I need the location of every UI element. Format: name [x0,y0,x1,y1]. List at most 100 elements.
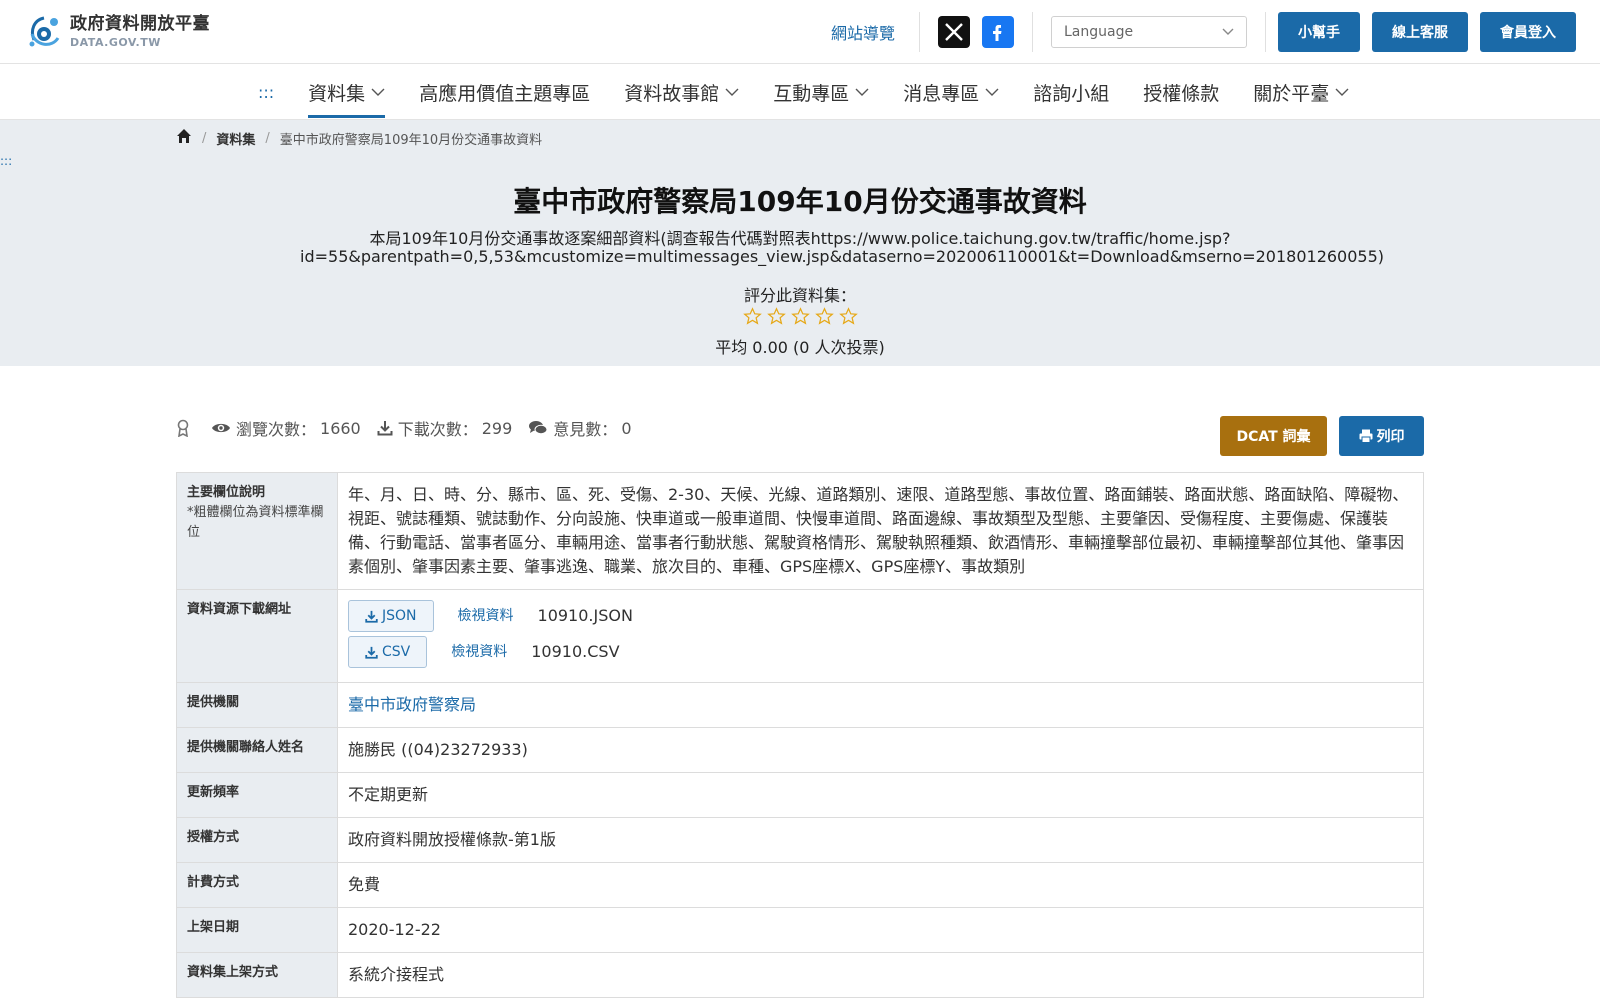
downloads-label: 下載次數： [397,420,478,439]
nav-item-advisory[interactable]: 諮詢小組 [1033,64,1109,120]
views-label: 瀏覽次數： [236,420,317,439]
resource-item: JSON 檢視資料 10910.JSON [348,600,1413,632]
nav-item-data-stories[interactable]: 資料故事館 [624,64,739,120]
divider [1265,12,1266,52]
logo-subtitle: DATA.GOV.TW [70,36,161,49]
download-icon [365,610,378,623]
nav-item-news[interactable]: 消息專區 [903,64,999,120]
fields-note: *粗體欄位為資料標準欄位 [187,505,324,540]
star-icon[interactable] [742,307,762,326]
nav-item-label: 高應用價值主題專區 [419,82,591,105]
top-header: 政府資料開放平臺 DATA.GOV.TW 網站導覽 Language 小幫手 線… [0,0,1600,64]
main-nav: ::: 資料集 高應用價值主題專區 資料故事館 互動專區 消息專區 諮詢小組 授… [0,64,1600,120]
row-header: 上架日期 [176,907,338,953]
nav-item-label: 關於平臺 [1253,82,1330,105]
chevron-down-icon [1335,88,1349,96]
print-button[interactable]: 列印 [1339,416,1424,456]
format-label: JSON [382,608,417,624]
row-header: 提供機關聯絡人姓名 [176,727,338,773]
row-value: 2020-12-22 [337,907,1424,953]
resource-name: 10910.JSON [537,606,633,625]
comments-icon [529,421,548,435]
chevron-down-icon [985,88,999,96]
chevron-down-icon [1222,28,1234,35]
breadcrumb: / 資料集 / 臺中市政府警察局109年10月份交通事故資料 [176,128,542,148]
comments-label: 意見數： [553,420,618,439]
sitemap-link[interactable]: 網站導覽 [831,20,895,44]
facebook-icon[interactable] [982,16,1014,48]
helper-button[interactable]: 小幫手 [1278,12,1360,52]
download-icon [377,421,393,436]
nav-item-about[interactable]: 關於平臺 [1253,64,1349,120]
nav-item-label: 資料故事館 [624,82,720,105]
row-header: 提供機關 [176,682,338,728]
row-header: 計費方式 [176,862,338,908]
comments-count: 0 [621,418,632,438]
member-login-button[interactable]: 會員登入 [1480,12,1576,52]
site-logo[interactable]: 政府資料開放平臺 DATA.GOV.TW [24,12,210,52]
fields-label: 主要欄位說明 [187,485,266,500]
nav-item-datasets[interactable]: 資料集 [308,64,386,120]
divider [1032,12,1033,52]
nav-item-license[interactable]: 授權條款 [1143,64,1219,120]
chevron-down-icon [371,88,385,96]
nav-item-label: 消息專區 [903,82,980,105]
page-title: 臺中市政府警察局109年10月份交通事故資料 [513,185,1087,218]
nav-item-high-value[interactable]: 高應用價值主題專區 [419,64,590,120]
table-row: 提供機關聯絡人姓名 施勝民 ((04)23272933) [176,727,1424,773]
x-social-icon[interactable] [938,16,970,48]
table-row: 上架日期 2020-12-22 [176,907,1424,953]
rating-label: 評分此資料集： [743,286,856,305]
breadcrumb-current: 臺中市政府警察局109年10月份交通事故資料 [279,132,543,148]
dcat-button[interactable]: DCAT 詞彙 [1220,416,1327,456]
row-value: 不定期更新 [337,772,1424,818]
table-row: 授權方式 政府資料開放授權條款-第1版 [176,817,1424,863]
nav-item-interaction[interactable]: 互動專區 [773,64,869,120]
resources-cell: JSON 檢視資料 10910.JSON CSV 檢視資料 10910.CSV [337,589,1424,683]
logo-icon [24,12,64,52]
home-icon[interactable] [176,128,192,148]
table-row: 資料集上架方式 系統介接程式 [176,952,1424,998]
dataset-hero: / 資料集 / 臺中市政府警察局109年10月份交通事故資料 ::: 臺中市政府… [0,120,1600,366]
resource-item: CSV 檢視資料 10910.CSV [348,636,1413,668]
views-stat: 瀏覽次數： 1660 [211,416,361,440]
resources-label: 資料資源下載網址 [176,589,338,683]
download-csv-button[interactable]: CSV [348,636,428,668]
star-icon[interactable] [814,307,834,326]
download-json-button[interactable]: JSON [348,600,434,632]
badge-icon [176,419,195,437]
printer-icon [1359,429,1372,443]
row-value: 施勝民 ((04)23272933) [337,727,1424,773]
accesskey-dots[interactable]: ::: [258,83,274,102]
breadcrumb-datasets[interactable]: 資料集 [216,129,255,148]
star-icon[interactable] [790,307,810,326]
content-accesskey-dots[interactable]: ::: [0,154,12,168]
dataset-metadata-table: 主要欄位說明 *粗體欄位為資料標準欄位 年、月、日、時、分、縣市、區、死、受傷、… [176,472,1424,998]
star-icon[interactable] [838,307,858,326]
table-row: 主要欄位說明 *粗體欄位為資料標準欄位 年、月、日、時、分、縣市、區、死、受傷、… [176,472,1424,590]
nav-item-label: 互動專區 [773,82,850,105]
row-value: 免費 [337,862,1424,908]
rating-average: 平均 0.00 (0 人次投票) [715,338,885,357]
table-row: 更新頻率 不定期更新 [176,772,1424,818]
chevron-down-icon [725,88,739,96]
breadcrumb-separator: / [202,130,207,146]
dataset-stats: 瀏覽次數： 1660 下載次數： 299 意見數： 0 [176,416,648,440]
table-row: 資料資源下載網址 JSON 檢視資料 10910.JSON CSV 檢視資料 1… [176,589,1424,683]
view-data-link[interactable]: 檢視資料 [458,604,514,628]
download-icon [365,646,378,659]
nav-item-label: 諮詢小組 [1033,82,1110,105]
provider-link[interactable]: 臺中市政府警察局 [348,695,476,714]
row-header: 主要欄位說明 *粗體欄位為資料標準欄位 [176,472,338,590]
row-header: 更新頻率 [176,772,338,818]
rating-stars[interactable] [0,307,1600,326]
downloads-count: 299 [481,418,513,438]
row-value: 政府資料開放授權條款-第1版 [337,817,1424,863]
online-support-button[interactable]: 線上客服 [1372,12,1468,52]
star-icon[interactable] [766,307,786,326]
language-select[interactable]: Language [1051,16,1247,48]
divider [919,12,920,52]
language-select-value: Language [1064,24,1134,40]
breadcrumb-separator: / [265,130,270,146]
view-data-link[interactable]: 檢視資料 [451,640,507,664]
